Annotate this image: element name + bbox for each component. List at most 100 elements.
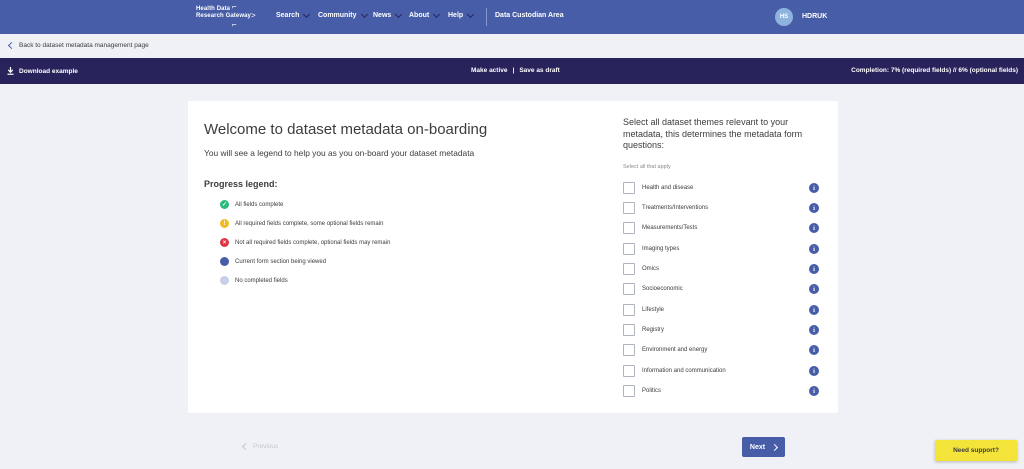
next-button[interactable]: Next <box>742 437 785 457</box>
empty-dot-icon <box>220 276 229 285</box>
nav-news-label: News <box>373 12 392 19</box>
nav-help-label: Help <box>448 12 464 19</box>
theme-checkbox[interactable] <box>623 324 635 336</box>
theme-label: Health and disease <box>642 185 694 191</box>
nav-news[interactable]: News <box>373 10 403 19</box>
hdr-gateway-logo[interactable]: Health Data Research Gateway ⌐ > ⌐ <box>196 2 258 30</box>
download-icon <box>7 67 14 75</box>
theme-label: Politics <box>642 388 662 394</box>
legend-item-complete: ✓ All fields complete <box>220 200 283 209</box>
page-subtitle: You will see a legend to help you as you… <box>204 148 475 158</box>
completion-status: Completion: 7% (required fields) // 6% (… <box>851 67 1018 74</box>
theme-row-treatments[interactable]: Treatments/Interventions i <box>623 202 829 214</box>
download-example-label: Download example <box>19 67 78 75</box>
legend-label: Not all required fields complete, option… <box>235 239 391 246</box>
theme-checkbox[interactable] <box>623 283 635 295</box>
nav-about[interactable]: About <box>409 10 441 19</box>
chevron-down-icon <box>303 10 311 18</box>
theme-label: Registry <box>642 327 665 333</box>
theme-label: Information and communication <box>642 368 726 374</box>
info-icon[interactable]: i <box>809 264 819 274</box>
logo-mark-icon: ⌐ <box>232 2 237 11</box>
themes-hint: Select all that apply <box>623 164 671 170</box>
theme-checkbox[interactable] <box>623 222 635 234</box>
top-navigation: Health Data Research Gateway ⌐ > ⌐ Searc… <box>0 0 1024 34</box>
logo-mark-icon: ⌐ <box>232 20 237 29</box>
theme-row-health-and-disease[interactable]: Health and disease i <box>623 182 829 194</box>
theme-checkbox[interactable] <box>623 365 635 377</box>
theme-row-lifestyle[interactable]: Lifestyle i <box>623 304 829 316</box>
theme-checkbox[interactable] <box>623 304 635 316</box>
theme-row-omics[interactable]: Omics i <box>623 263 829 275</box>
next-label: Next <box>749 443 766 451</box>
info-icon[interactable]: i <box>809 325 819 335</box>
theme-label: Imaging types <box>642 246 680 252</box>
theme-row-information[interactable]: Information and communication i <box>623 365 829 377</box>
info-icon[interactable]: i <box>809 305 819 315</box>
download-example-button[interactable]: Download example <box>7 67 78 75</box>
check-icon: ✓ <box>220 200 229 209</box>
nav-divider <box>486 8 487 26</box>
back-link[interactable]: Back to dataset metadata management page <box>7 41 149 50</box>
theme-label: Lifestyle <box>642 307 665 313</box>
theme-row-registry[interactable]: Registry i <box>623 324 829 336</box>
theme-row-socioeconomic[interactable]: Socioeconomic i <box>623 283 829 295</box>
info-icon[interactable]: i <box>809 203 819 213</box>
theme-checkbox[interactable] <box>623 263 635 275</box>
nav-area-label: Data Custodian Area <box>495 12 564 19</box>
action-bar: Download example Make active | Save as d… <box>0 58 1024 84</box>
user-name[interactable]: HDRUK <box>802 13 827 20</box>
nav-search[interactable]: Search <box>276 10 311 19</box>
chevron-down-icon <box>395 10 403 18</box>
logo-line-2: Research Gateway <box>196 13 251 19</box>
theme-label: Measurements/Tests <box>642 225 698 231</box>
nav-community-label: Community <box>318 12 357 19</box>
legend-label: No completed fields <box>235 277 288 284</box>
make-active-button[interactable]: Make active <box>471 67 508 74</box>
info-icon[interactable]: i <box>809 386 819 396</box>
previous-label: Previous <box>253 443 279 450</box>
legend-item-incomplete: × Not all required fields complete, opti… <box>220 238 390 247</box>
nav-help[interactable]: Help <box>448 10 475 19</box>
nav-data-custodian-area[interactable]: Data Custodian Area <box>495 12 564 19</box>
actions-separator: | <box>512 67 515 74</box>
theme-checkbox[interactable] <box>623 202 635 214</box>
info-icon[interactable]: i <box>809 284 819 294</box>
onboarding-card: Welcome to dataset metadata on-boarding … <box>188 101 838 413</box>
page-title: Welcome to dataset metadata on-boarding <box>204 121 488 138</box>
current-dot-icon <box>220 257 229 266</box>
back-bar: Back to dataset metadata management page <box>0 34 1024 58</box>
theme-label: Environment and energy <box>642 347 708 353</box>
need-support-button[interactable]: Need support? <box>935 440 1017 461</box>
theme-checkbox[interactable] <box>623 243 635 255</box>
info-icon[interactable]: i <box>809 183 819 193</box>
theme-row-measurements[interactable]: Measurements/Tests i <box>623 222 829 234</box>
chevron-down-icon <box>360 10 368 18</box>
theme-checkbox[interactable] <box>623 385 635 397</box>
theme-label: Omics <box>642 266 659 272</box>
back-link-label: Back to dataset metadata management page <box>19 42 149 49</box>
theme-row-imaging-types[interactable]: Imaging types i <box>623 243 829 255</box>
info-icon[interactable]: i <box>809 345 819 355</box>
legend-item-required-complete: ! All required fields complete, some opt… <box>220 219 383 228</box>
legend-label: Current form section being viewed <box>235 258 327 265</box>
previous-button[interactable]: Previous <box>241 442 279 451</box>
info-icon[interactable]: i <box>809 244 819 254</box>
theme-checkbox[interactable] <box>623 182 635 194</box>
legend-item-current: Current form section being viewed <box>220 257 326 266</box>
themes-title: Select all dataset themes relevant to yo… <box>623 117 803 150</box>
user-avatar[interactable]: HS <box>775 8 793 26</box>
theme-row-politics[interactable]: Politics i <box>623 385 829 397</box>
theme-checkbox[interactable] <box>623 344 635 356</box>
nav-community[interactable]: Community <box>318 10 368 19</box>
theme-row-environment[interactable]: Environment and energy i <box>623 344 829 356</box>
info-icon[interactable]: i <box>809 223 819 233</box>
save-as-draft-button[interactable]: Save as draft <box>519 67 559 74</box>
save-actions: Make active | Save as draft <box>471 67 560 74</box>
nav-about-label: About <box>409 12 430 19</box>
legend-item-empty: No completed fields <box>220 276 288 285</box>
legend-label: All fields complete <box>235 201 284 208</box>
progress-legend-title: Progress legend: <box>204 179 278 189</box>
info-icon[interactable]: i <box>809 366 819 376</box>
cross-icon: × <box>220 238 229 247</box>
